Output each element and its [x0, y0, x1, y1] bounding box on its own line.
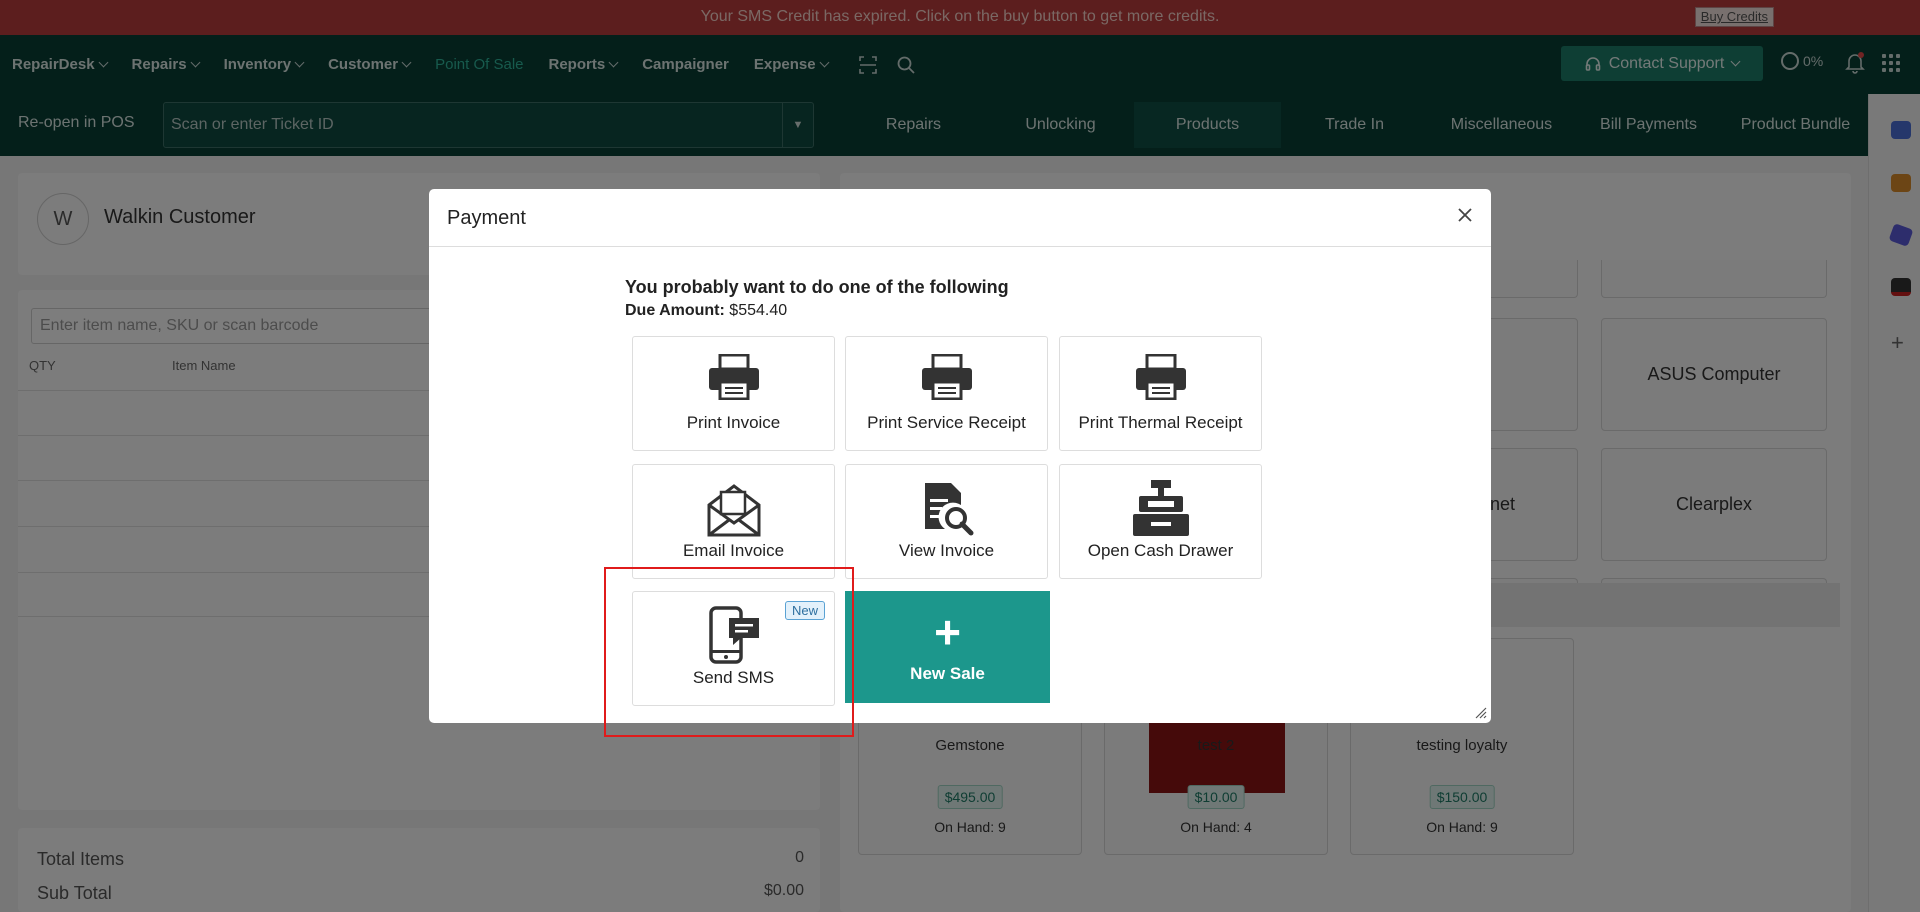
due-amount-value: $554.40 — [729, 302, 788, 319]
printer-icon — [1135, 354, 1186, 400]
plus-icon: + — [934, 606, 961, 658]
close-icon[interactable] — [1455, 205, 1475, 225]
option-label: Print Thermal Receipt — [1078, 413, 1243, 432]
printer-icon — [921, 354, 972, 400]
cash-register-icon — [1132, 480, 1189, 536]
open-cash-drawer-button[interactable]: Open Cash Drawer — [1059, 464, 1262, 579]
option-label: Print Service Receipt — [867, 413, 1026, 432]
document-search-icon — [924, 483, 973, 536]
envelope-icon — [707, 484, 760, 537]
option-label: Open Cash Drawer — [1087, 541, 1234, 560]
due-amount-label: Due Amount: — [625, 302, 725, 319]
new-sale-label: New Sale — [910, 664, 985, 683]
modal-header: Payment — [429, 189, 1491, 247]
send-sms-button[interactable]: New Send SMS — [632, 591, 835, 706]
print-invoice-button[interactable]: Print Invoice — [632, 336, 835, 451]
modal-lead-text: You probably want to do one of the follo… — [625, 277, 1009, 297]
option-label: View Invoice — [898, 541, 995, 560]
new-badge: New — [784, 601, 825, 620]
option-label: Send SMS — [692, 668, 775, 687]
modal-title: Payment — [447, 207, 526, 229]
printer-icon — [708, 354, 759, 400]
option-label: Email Invoice — [682, 541, 785, 560]
option-label: Print Invoice — [686, 413, 781, 432]
due-amount: Due Amount: $554.40 — [625, 302, 787, 320]
print-service-receipt-button[interactable]: Print Service Receipt — [845, 336, 1048, 451]
phone-message-icon — [708, 606, 759, 664]
payment-modal: Payment You probably want to do one of t… — [429, 189, 1491, 723]
new-sale-button[interactable]: + New Sale — [845, 591, 1050, 703]
print-thermal-receipt-button[interactable]: Print Thermal Receipt — [1059, 336, 1262, 451]
email-invoice-button[interactable]: Email Invoice — [632, 464, 835, 579]
resize-handle-icon[interactable] — [1475, 707, 1487, 719]
view-invoice-button[interactable]: View Invoice — [845, 464, 1048, 579]
